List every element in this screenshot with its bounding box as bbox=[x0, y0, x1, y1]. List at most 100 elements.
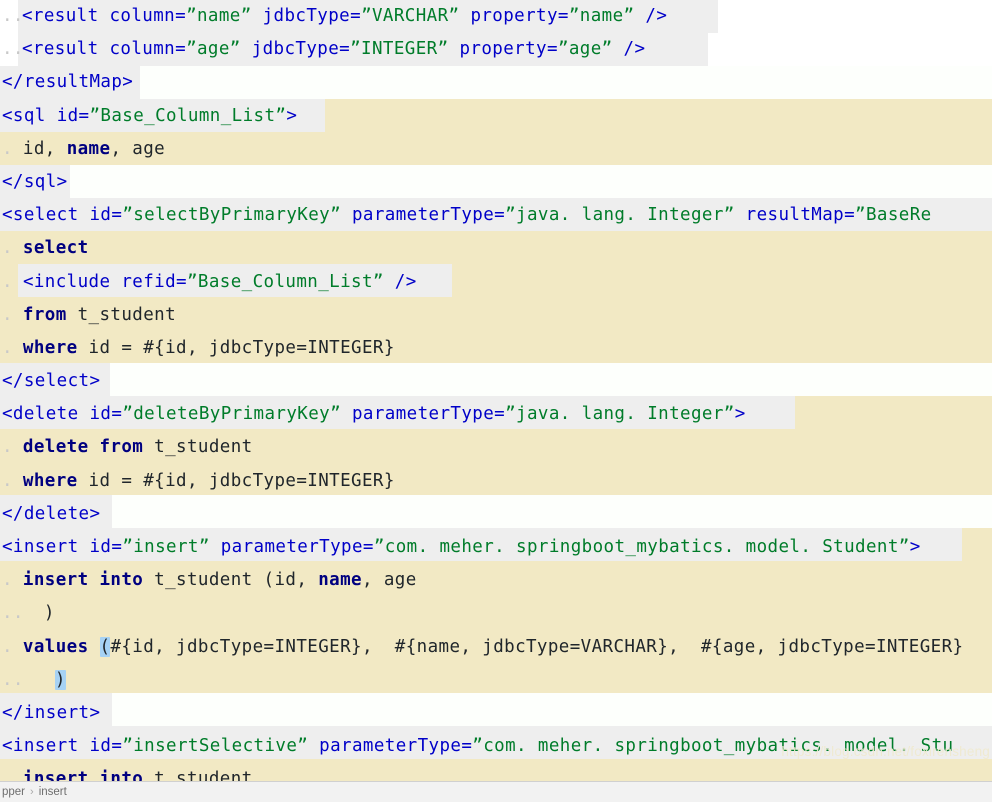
code-line[interactable]: <sql id=”Base_Column_List”> bbox=[0, 100, 992, 133]
code-token-attrval: ”BaseRe bbox=[855, 205, 932, 226]
code-token-attrval: ”insertSelective” bbox=[122, 736, 309, 757]
code-line[interactable]: </select> bbox=[0, 365, 992, 398]
code-line[interactable]: </sql> bbox=[0, 166, 992, 199]
code-line[interactable]: .. ) bbox=[0, 597, 992, 630]
code-line-text: </sql> bbox=[0, 172, 68, 192]
code-token-tag: </delete> bbox=[2, 503, 101, 524]
code-token-attrval: ”com. meher. springboot_mybatics. model.… bbox=[472, 736, 954, 757]
code-token-attr: property= bbox=[470, 6, 569, 26]
code-line[interactable]: .. <result column=”name” jdbcType=”VARCHA… bbox=[0, 0, 992, 33]
code-line[interactable]: </resultMap> bbox=[0, 66, 992, 99]
code-token-plain: , age bbox=[361, 570, 417, 591]
breadcrumb-separator-icon: › bbox=[30, 786, 34, 798]
code-line-text: from t_student bbox=[0, 305, 176, 325]
code-line[interactable]: . where id = #{id, jdbcType=INTEGER} bbox=[0, 332, 992, 365]
code-line[interactable]: <delete id=”deleteByPrimaryKey” paramete… bbox=[0, 398, 992, 431]
code-editor[interactable]: .. <result column=”name” jdbcType=”VARCHA… bbox=[0, 0, 992, 781]
code-line[interactable]: .. <result column=”age” jdbcType=”INTEGER… bbox=[0, 33, 992, 66]
code-token-tag: <result bbox=[22, 39, 110, 60]
code-token-kw: delete from bbox=[12, 437, 144, 458]
code-token-attr: id= bbox=[89, 205, 123, 226]
code-line-text: <insert id=”insert” parameterType=”com. … bbox=[0, 537, 921, 557]
code-token-attr: parameterType= bbox=[351, 205, 506, 226]
code-token-attr: resultMap= bbox=[745, 205, 856, 226]
code-line-text: ) bbox=[0, 669, 66, 690]
code-line[interactable]: . <include refid=”Base_Column_List” /> bbox=[0, 266, 992, 299]
code-token-plain: ) bbox=[22, 603, 55, 624]
code-token-plain: #{id, jdbcType=INTEGER}, #{name, jdbcTyp… bbox=[110, 636, 964, 657]
code-token-kw: select bbox=[12, 238, 89, 259]
code-token-attr: parameterType= bbox=[351, 404, 506, 425]
code-line[interactable]: . values (#{id, jdbcType=INTEGER}, #{nam… bbox=[0, 631, 992, 664]
code-token-attr: id= bbox=[89, 404, 123, 425]
code-line[interactable]: </delete> bbox=[0, 498, 992, 531]
code-line-text: insert into t_student (id, name, age bbox=[0, 570, 417, 590]
code-line[interactable]: . select bbox=[0, 232, 992, 265]
code-token-plain: id = #{id, jdbcType=INTEGER} bbox=[77, 337, 395, 358]
code-line-text: <select id=”selectByPrimaryKey” paramete… bbox=[0, 205, 932, 225]
code-token-tag: <sql bbox=[2, 105, 57, 126]
code-line-text: id, name, age bbox=[0, 139, 165, 159]
code-token-attrval: ”name” bbox=[186, 6, 252, 26]
code-token-kw: where bbox=[12, 470, 78, 491]
code-token-kw: insert into bbox=[12, 769, 144, 781]
code-token-tag: </select> bbox=[2, 371, 101, 392]
code-line[interactable]: <insert id=”insert” parameterType=”com. … bbox=[0, 531, 992, 564]
code-token-attrval: ”java. lang. Integer” bbox=[505, 205, 735, 226]
code-token-plain: t_student bbox=[66, 304, 177, 325]
code-line[interactable]: </insert> bbox=[0, 697, 992, 730]
code-token-kw: from bbox=[12, 304, 67, 325]
code-line[interactable]: . from t_student bbox=[0, 299, 992, 332]
code-token-tag: /> bbox=[634, 6, 668, 26]
code-token-kw: name bbox=[66, 138, 111, 159]
code-token-tag: <select bbox=[2, 205, 90, 226]
code-line-text: <result column=”name” jdbcType=”VARCHAR”… bbox=[0, 6, 667, 26]
code-token-tag: </insert> bbox=[2, 702, 101, 723]
code-token-attrval: ”selectByPrimaryKey” bbox=[122, 205, 342, 226]
code-line[interactable]: . insert into t_student (id, name, age bbox=[0, 564, 992, 597]
code-token-kw: where bbox=[12, 337, 78, 358]
code-token-tag: <insert bbox=[2, 537, 90, 557]
code-token-plain: id = #{id, jdbcType=INTEGER} bbox=[77, 470, 395, 491]
code-token-tag: > bbox=[734, 404, 746, 425]
breadcrumb-item-insert[interactable]: insert bbox=[37, 786, 69, 798]
code-token-plain: t_student bbox=[143, 437, 253, 458]
code-line[interactable]: . insert into t student bbox=[0, 763, 992, 781]
code-line-text: <result column=”age” jdbcType=”INTEGER” … bbox=[0, 39, 645, 59]
code-token-attrval: ”VARCHAR” bbox=[361, 6, 460, 26]
code-token-attr: parameterType= bbox=[220, 537, 374, 557]
code-line[interactable]: . delete from t_student bbox=[0, 431, 992, 464]
code-token-attr: id= bbox=[56, 105, 90, 126]
code-token-attrval: ”age” bbox=[186, 39, 241, 60]
code-line-text: <delete id=”deleteByPrimaryKey” paramete… bbox=[0, 404, 746, 424]
code-token-attr: parameterType= bbox=[319, 736, 473, 757]
code-line[interactable]: . where id = #{id, jdbcType=INTEGER} bbox=[0, 465, 992, 498]
breadcrumb-item-mapper[interactable]: pper bbox=[0, 786, 27, 798]
code-token-plain: , age bbox=[110, 138, 166, 159]
code-line-text: </select> bbox=[0, 371, 100, 391]
code-line[interactable]: .. ) bbox=[0, 664, 992, 697]
code-token-attrval: ”deleteByPrimaryKey” bbox=[122, 404, 342, 425]
code-line-text: <insert id=”insertSelective” parameterTy… bbox=[0, 736, 953, 756]
code-line-text: where id = #{id, jdbcType=INTEGER} bbox=[0, 471, 395, 491]
code-line[interactable]: <select id=”selectByPrimaryKey” paramete… bbox=[0, 199, 992, 232]
code-line-text: delete from t_student bbox=[0, 437, 253, 457]
code-token-plain: t student bbox=[143, 769, 253, 781]
code-line[interactable]: . id, name, age bbox=[0, 133, 992, 166]
code-token-tag: <delete bbox=[2, 404, 90, 425]
code-token-plain: t_student (id, bbox=[143, 570, 319, 591]
status-bar[interactable]: pper › insert bbox=[0, 781, 992, 802]
code-token-match: ) bbox=[54, 669, 66, 690]
code-line[interactable]: <insert id=”insertSelective” parameterTy… bbox=[0, 730, 992, 763]
code-token-attr: id= bbox=[89, 537, 123, 557]
